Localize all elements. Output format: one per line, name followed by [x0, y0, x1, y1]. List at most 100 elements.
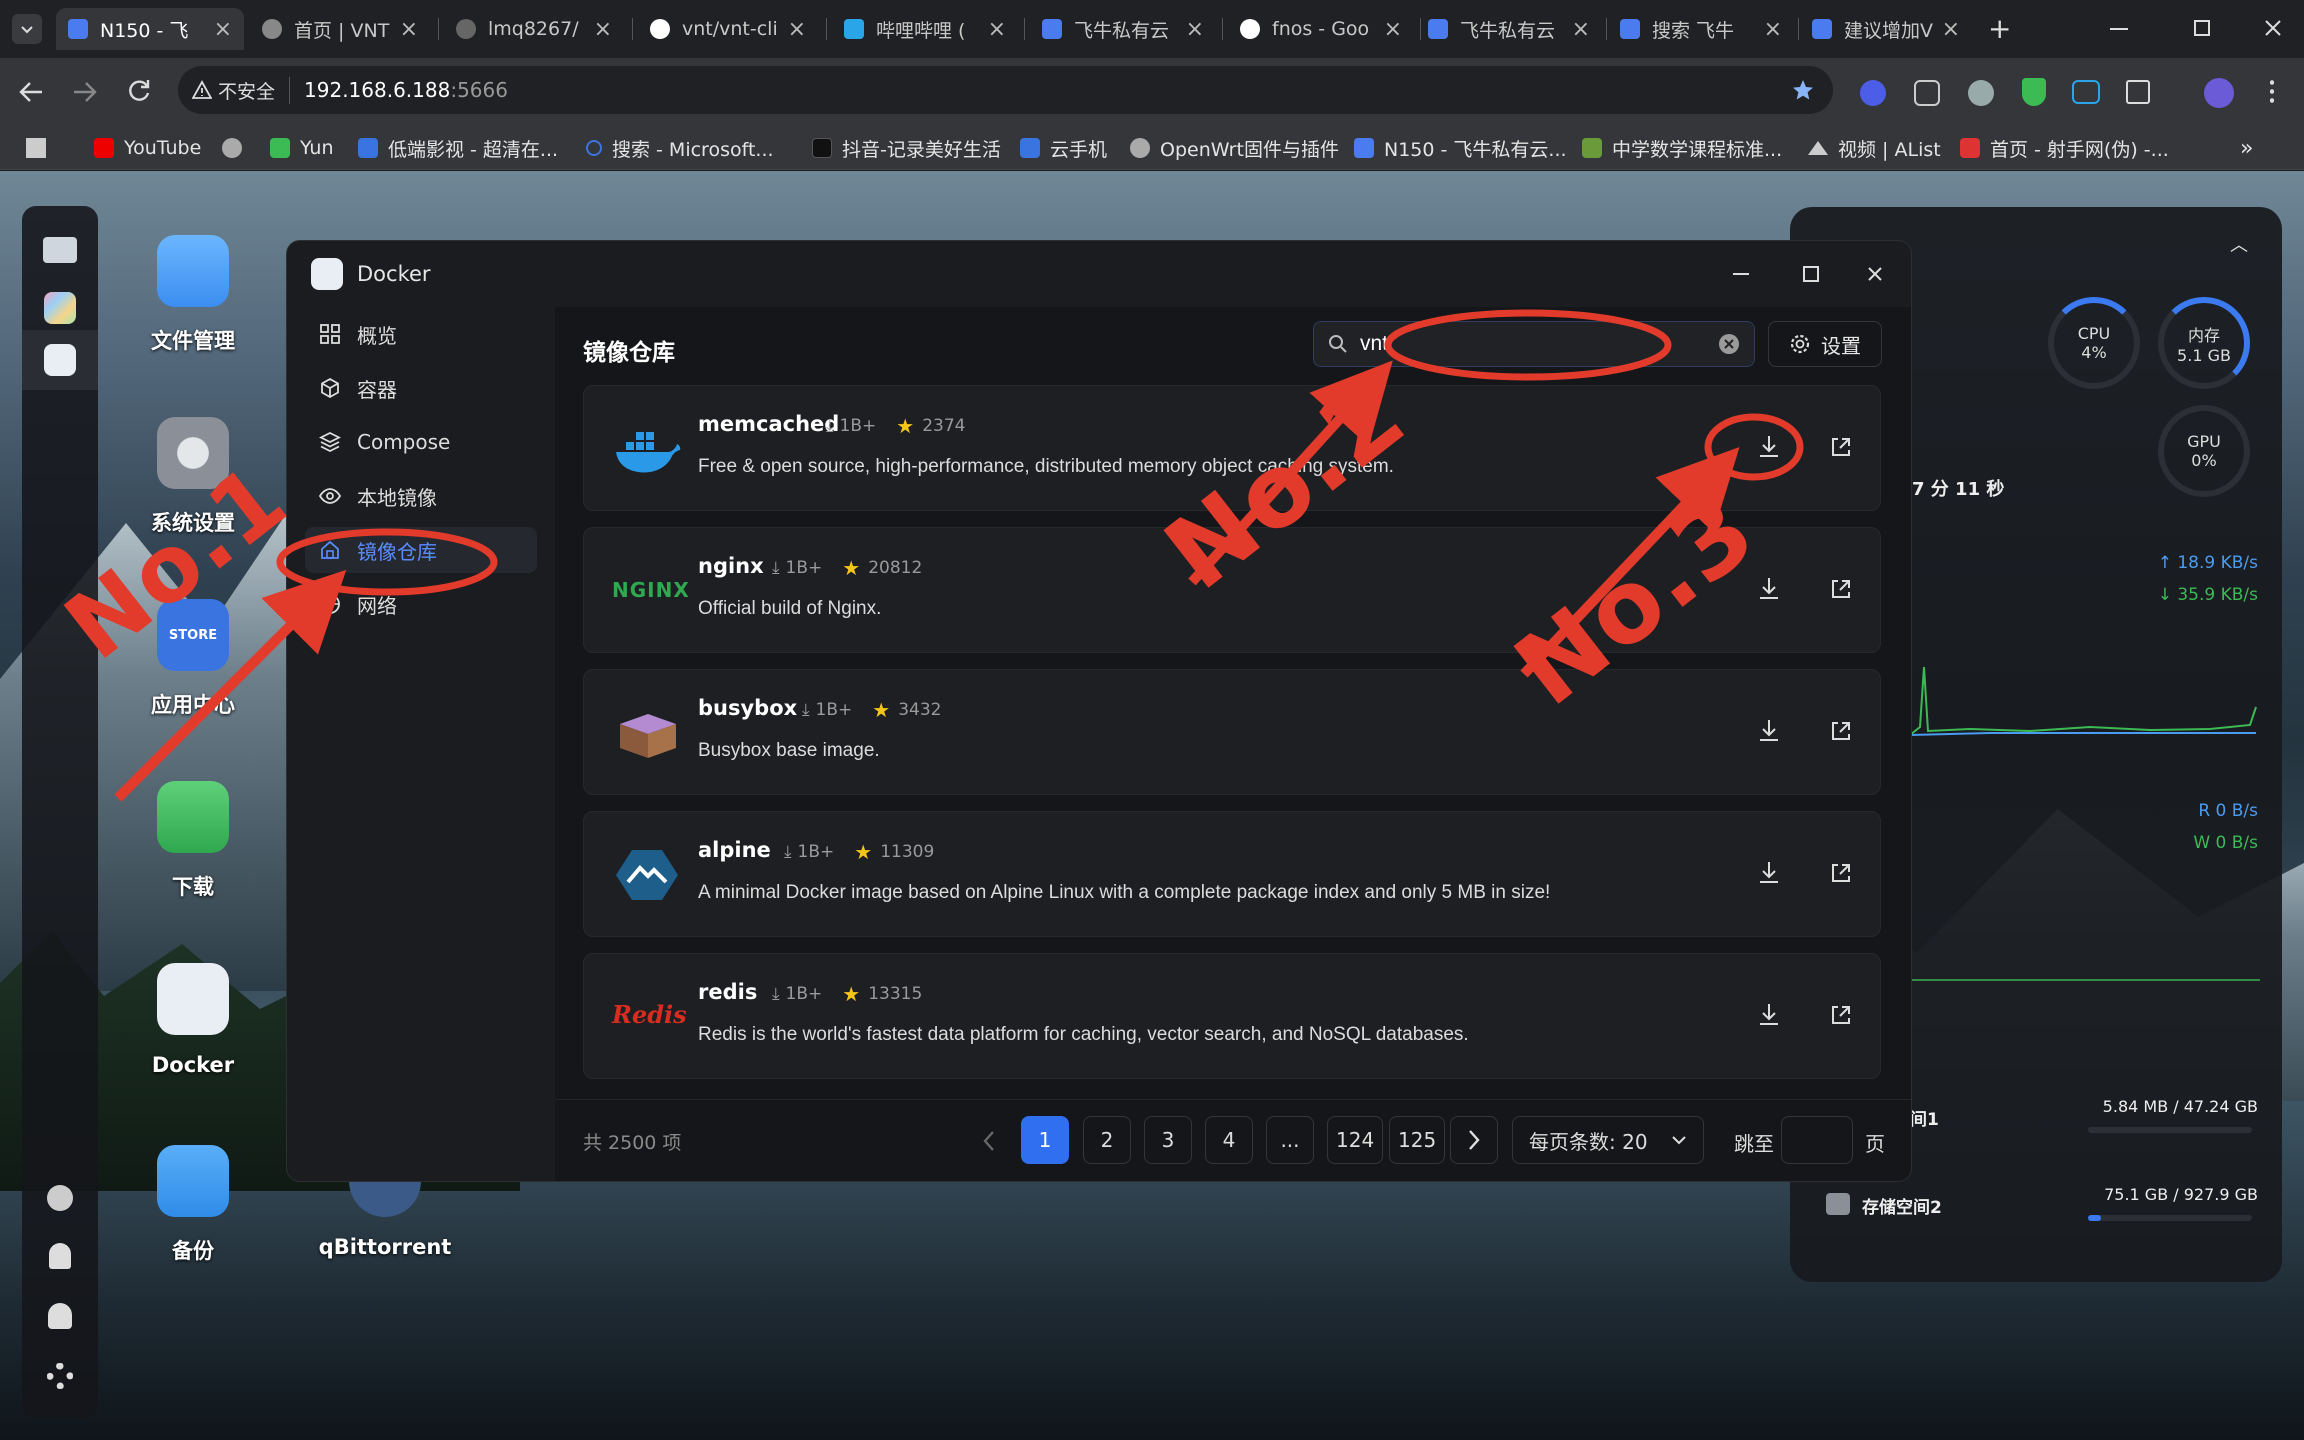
- bell-icon[interactable]: [40, 1236, 80, 1276]
- maximize-browser-icon[interactable]: [2194, 20, 2210, 36]
- close-tab-icon[interactable]: ×: [988, 17, 1006, 42]
- close-tab-icon[interactable]: ×: [594, 17, 612, 42]
- minimize-icon[interactable]: [1733, 273, 1749, 275]
- tab-lmq[interactable]: lmq8267/×: [444, 8, 624, 50]
- reload-icon[interactable]: [126, 78, 152, 104]
- open-external-icon[interactable]: [1824, 998, 1858, 1032]
- clear-search-icon[interactable]: [1718, 333, 1740, 355]
- user-icon[interactable]: [40, 1296, 80, 1336]
- nav-compose[interactable]: Compose: [305, 419, 537, 465]
- jump-page-input[interactable]: [1781, 1116, 1853, 1164]
- tab-n150[interactable]: N150 - 飞 ×: [56, 8, 244, 50]
- puzzle-icon[interactable]: [2126, 80, 2150, 104]
- page-ellipsis[interactable]: ...: [1266, 1116, 1314, 1164]
- image-name[interactable]: busybox: [698, 696, 797, 720]
- image-name[interactable]: memcached: [698, 412, 839, 436]
- desktop-app-docker[interactable]: Docker: [118, 963, 268, 1077]
- bookmark-n150[interactable]: N150 - 飞牛私有云...: [1354, 134, 1567, 162]
- nav-containers[interactable]: 容器: [305, 365, 537, 411]
- download-icon[interactable]: [1752, 998, 1786, 1032]
- window-titlebar[interactable]: Docker: [287, 241, 1911, 307]
- bookmark-alist[interactable]: 视频 | AList: [1808, 134, 1941, 162]
- extension-icon[interactable]: [1914, 80, 1940, 106]
- bookmark-shooter[interactable]: 首页 - 射手网(伪) -...: [1960, 134, 2169, 162]
- docker-icon[interactable]: [40, 340, 80, 380]
- page-button-124[interactable]: 124: [1327, 1116, 1384, 1164]
- image-name[interactable]: nginx: [698, 554, 764, 578]
- page-button-4[interactable]: 4: [1205, 1116, 1253, 1164]
- bookmark-math[interactable]: 中学数学课程标准...: [1582, 134, 1782, 162]
- tab-suggest[interactable]: 建议增加V ×: [1800, 8, 1972, 50]
- bookmark-ddys[interactable]: 低端影视 - 超清在...: [358, 134, 558, 162]
- close-icon[interactable]: [1867, 266, 1883, 282]
- search-input[interactable]: [1360, 332, 1718, 356]
- desktop-icon[interactable]: [40, 230, 80, 270]
- bookmark-cloudphone[interactable]: 云手机: [1020, 134, 1107, 162]
- tab-search-button[interactable]: [12, 14, 42, 44]
- bookmarks-overflow-icon[interactable]: »: [2240, 134, 2253, 162]
- close-tab-icon[interactable]: ×: [1572, 17, 1590, 42]
- app-grid-icon[interactable]: [40, 288, 80, 328]
- clock-icon[interactable]: [40, 1178, 80, 1218]
- address-bar[interactable]: 不安全 192.168.6.188:5666: [178, 66, 1833, 114]
- minimize-browser-icon[interactable]: [2110, 28, 2128, 30]
- image-card-busybox[interactable]: busybox ⤓ 1B+ ★ 3432 Busybox base image.: [583, 669, 1881, 795]
- search-box[interactable]: [1313, 321, 1755, 367]
- download-icon[interactable]: [1752, 430, 1786, 464]
- open-external-icon[interactable]: [1824, 856, 1858, 890]
- open-external-icon[interactable]: [1824, 714, 1858, 748]
- nav-overview[interactable]: 概览: [305, 311, 537, 357]
- extension-icon[interactable]: [1860, 80, 1886, 106]
- tab-google[interactable]: fnos - Goo ×: [1228, 8, 1414, 50]
- open-external-icon[interactable]: [1824, 572, 1858, 606]
- page-button-2[interactable]: 2: [1083, 1116, 1131, 1164]
- close-tab-icon[interactable]: ×: [1186, 17, 1204, 42]
- page-button-1[interactable]: 1: [1021, 1116, 1069, 1164]
- forward-icon[interactable]: [72, 80, 98, 104]
- bookmark-openwrt[interactable]: OpenWrt固件与插件: [1130, 134, 1339, 162]
- page-size-select[interactable]: 每页条数: 20: [1512, 1116, 1704, 1164]
- close-browser-icon[interactable]: [2264, 19, 2282, 37]
- tab-bilibili[interactable]: 哔哩哔哩 (×: [832, 8, 1018, 50]
- gear-icon[interactable]: [40, 1356, 80, 1396]
- bookmark-globe[interactable]: [222, 134, 252, 162]
- chevron-left-icon[interactable]: [982, 1130, 996, 1152]
- page-button-125[interactable]: 125: [1389, 1116, 1446, 1164]
- page-button-3[interactable]: 3: [1144, 1116, 1192, 1164]
- close-tab-icon[interactable]: ×: [1764, 17, 1782, 42]
- more-menu-icon[interactable]: [2270, 78, 2274, 104]
- download-icon[interactable]: [1752, 714, 1786, 748]
- next-page-button[interactable]: [1450, 1116, 1498, 1164]
- image-card-redis[interactable]: Redis redis ⤓ 1B+ ★ 13315 Redis is the wor…: [583, 953, 1881, 1079]
- close-tab-icon[interactable]: ×: [788, 17, 806, 42]
- close-tab-icon[interactable]: ×: [1942, 17, 1960, 42]
- url-host[interactable]: 192.168.6.188: [304, 78, 450, 102]
- extension-icon[interactable]: [1968, 80, 1994, 106]
- new-tab-button[interactable]: +: [1988, 12, 2011, 45]
- settings-button[interactable]: 设置: [1768, 321, 1882, 367]
- bilibili-extension-icon[interactable]: [2072, 80, 2100, 104]
- nav-local-images[interactable]: 本地镜像: [305, 473, 537, 519]
- open-external-icon[interactable]: [1824, 430, 1858, 464]
- close-tab-icon[interactable]: ×: [214, 17, 232, 42]
- maximize-icon[interactable]: [1803, 266, 1819, 282]
- shield-icon[interactable]: [2022, 78, 2046, 106]
- image-name[interactable]: redis: [698, 980, 757, 1004]
- nav-network[interactable]: 网络: [305, 581, 537, 627]
- tab-search-fnos[interactable]: 搜索 飞牛 ×: [1608, 8, 1794, 50]
- back-icon[interactable]: [18, 80, 44, 104]
- close-tab-icon[interactable]: ×: [1384, 17, 1402, 42]
- profile-avatar[interactable]: [2204, 78, 2234, 108]
- download-icon[interactable]: [1752, 856, 1786, 890]
- image-card-alpine[interactable]: alpine ⤓ 1B+ ★ 11309 A minimal Docker imag…: [583, 811, 1881, 937]
- apps-grid-icon[interactable]: [26, 138, 46, 158]
- close-tab-icon[interactable]: ×: [400, 17, 418, 42]
- collapse-icon[interactable]: ︿: [2230, 231, 2248, 257]
- desktop-app-backup[interactable]: 备份: [118, 1145, 268, 1265]
- security-label[interactable]: 不安全: [218, 76, 291, 104]
- image-name[interactable]: alpine: [698, 838, 771, 862]
- bookmark-douyin[interactable]: 抖音-记录美好生活: [812, 134, 1001, 162]
- tab-fnos-2[interactable]: 飞牛私有云 ×: [1416, 8, 1602, 50]
- bookmark-yun[interactable]: Yun: [270, 134, 334, 162]
- desktop-app-download[interactable]: 下载: [118, 781, 268, 901]
